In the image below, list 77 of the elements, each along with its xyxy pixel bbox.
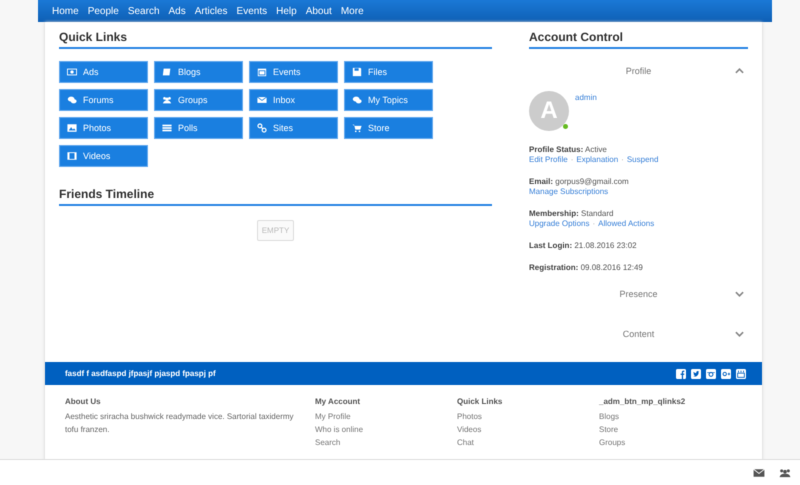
footer-paragraph: Aesthetic sriracha bushwick readymade vice. Sartorial taxidermy tofu franzen.	[65, 411, 295, 436]
twitter-icon[interactable]	[691, 368, 701, 378]
quick-link-button[interactable]: Blogs	[154, 61, 243, 83]
nav-link[interactable]: About	[306, 6, 332, 16]
envelope-icon	[257, 95, 267, 105]
footer-column-title: _adm_btn_mp_qlinks2	[599, 397, 686, 406]
footer-link[interactable]: Photos	[457, 410, 502, 423]
section-heading: Account Control	[529, 22, 748, 49]
nav-link[interactable]: Home	[52, 6, 79, 16]
nav-link[interactable]: Events	[236, 6, 268, 16]
quick-link-button[interactable]: Polls	[154, 117, 243, 139]
footer-link[interactable]: Chat	[457, 436, 502, 449]
separator-dot: ·	[621, 155, 624, 164]
chevron-up-icon	[735, 68, 744, 74]
facebook-icon[interactable]	[676, 368, 686, 378]
nav-link[interactable]: Help	[276, 6, 297, 16]
quick-link-button[interactable]: Store	[344, 117, 433, 139]
profile-link[interactable]: Explanation	[576, 155, 618, 164]
profile-field: Last Login: 21.08.2016 23:02	[529, 241, 748, 250]
section-heading: Friends Timeline	[59, 179, 492, 206]
profile-field: Registration: 09.08.2016 12:49	[529, 263, 748, 272]
google-plus-icon[interactable]	[721, 368, 731, 378]
profile-field: Membership: Standard	[529, 209, 748, 218]
quick-link-button[interactable]: Events	[249, 61, 338, 83]
separator-dot: ·	[570, 155, 574, 164]
footer-link[interactable]: Search	[315, 436, 364, 449]
footer-link[interactable]: Videos	[457, 423, 502, 436]
link-icon	[257, 123, 267, 133]
footer-link[interactable]: My Profile	[315, 410, 364, 423]
footer-bar-text: fasdf f asdfaspd jfpasjf pjaspd fpaspj pf	[65, 369, 216, 378]
nav-link[interactable]: People	[88, 6, 119, 16]
footer-column-title: My Account	[315, 397, 362, 406]
video-icon[interactable]	[736, 368, 746, 378]
banknote-icon	[67, 67, 77, 77]
quick-link-button[interactable]: Photos	[59, 117, 148, 139]
quick-link-button[interactable]: Forums	[59, 89, 148, 111]
quick-link-button[interactable]: Sites	[249, 117, 338, 139]
nav-link[interactable]: Ads	[168, 6, 186, 16]
quick-link-button[interactable]: Videos	[59, 145, 148, 167]
quick-link-button[interactable]: My Topics	[344, 89, 433, 111]
people-icon[interactable]	[779, 468, 791, 478]
profile-link[interactable]: Edit Profile	[529, 155, 568, 164]
chevron-down-icon	[735, 331, 744, 337]
speech-bubbles-icon	[67, 95, 77, 105]
footer-column-title: Quick Links	[457, 397, 502, 406]
chevron-down-icon	[735, 291, 744, 297]
accordion-header[interactable]: Content	[529, 316, 748, 352]
accordion-header[interactable]: Presence	[529, 276, 748, 312]
footer-column-title: About Us	[65, 397, 102, 406]
profile-field: Profile Status: Active	[529, 145, 748, 154]
people-icon	[162, 95, 172, 105]
quick-link-button[interactable]: Inbox	[249, 89, 338, 111]
cart-icon	[352, 123, 362, 133]
footer-link[interactable]: Groups	[599, 436, 686, 449]
footer-link[interactable]: Store	[599, 423, 686, 436]
empty-state-label: EMPTY	[256, 220, 294, 241]
profile-link[interactable]: Upgrade Options	[529, 219, 590, 228]
nav-link[interactable]: Articles	[194, 6, 228, 16]
section-heading: Quick Links	[59, 22, 492, 49]
footer-link[interactable]: Who is online	[315, 423, 364, 436]
quick-link-button[interactable]: Files	[344, 61, 433, 83]
nav-link[interactable]: Search	[128, 6, 160, 16]
image-icon	[67, 123, 77, 133]
envelope-icon[interactable]	[753, 468, 765, 478]
profile-link[interactable]: Suspend	[626, 155, 658, 164]
list-icon	[162, 123, 172, 133]
username-link[interactable]: admin	[575, 93, 597, 131]
profile-field: Email: gorpus9@gmail.com	[529, 177, 748, 186]
speech-bubbles-icon	[352, 95, 362, 105]
nav-link[interactable]: More	[340, 6, 364, 16]
quick-link-button[interactable]: Groups	[154, 89, 243, 111]
accordion-header[interactable]: Profile	[529, 53, 748, 89]
profile-link[interactable]: Allowed Actions	[598, 219, 654, 228]
footer-link[interactable]: Blogs	[599, 410, 686, 423]
separator-dot: ·	[592, 219, 596, 228]
profile-link[interactable]: Manage Subscriptions	[529, 187, 608, 196]
quick-link-button[interactable]: Ads	[59, 61, 148, 83]
